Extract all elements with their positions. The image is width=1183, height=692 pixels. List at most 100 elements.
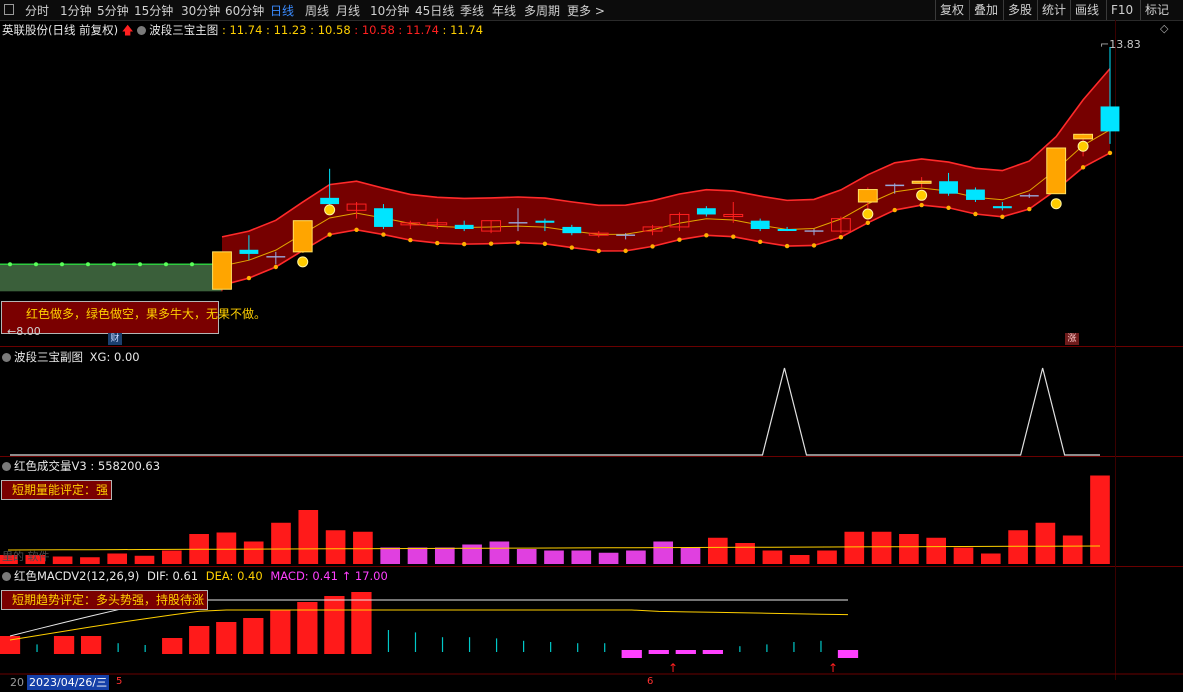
macd-bar (189, 626, 210, 654)
volume-bar (680, 547, 701, 564)
support-dot (731, 234, 736, 239)
candle-body (1046, 147, 1067, 195)
candle-body (212, 251, 232, 290)
candle-body (966, 189, 985, 200)
green-dot (8, 262, 12, 267)
support-dot (461, 241, 467, 247)
macd-value: MACD: 0.41 ↑ 17.00 (270, 569, 388, 583)
support-dot (973, 211, 978, 217)
volume-bar (707, 537, 728, 564)
panel2-name[interactable]: 波段三宝副图 (14, 350, 83, 364)
volume-bar (762, 550, 783, 564)
support-dot (704, 233, 709, 238)
panel3-title: 红色成交量V3 : 558200.63 (2, 458, 160, 474)
macd-dea-line (9, 609, 849, 641)
candle-body (777, 229, 797, 231)
volume-bar (107, 553, 128, 564)
support-dot (488, 241, 494, 246)
macd-bar (648, 650, 669, 654)
support-dot (327, 232, 332, 237)
support-dot (677, 237, 682, 242)
panel3-name[interactable]: 红色成交量V3 (14, 459, 87, 473)
volume-bar (1035, 522, 1056, 564)
volume-bar (844, 531, 865, 564)
volume-bar (80, 557, 100, 564)
volume-bar (626, 550, 646, 564)
support-dot (946, 205, 951, 210)
support-dot (273, 264, 279, 270)
candle-body (939, 181, 958, 194)
gold-fruit-icon (297, 256, 309, 268)
support-dot (381, 232, 386, 237)
support-dot (650, 244, 655, 249)
indicator-dot-icon[interactable] (2, 462, 11, 471)
volume-bar (1008, 530, 1028, 564)
candle-body (535, 220, 555, 223)
volume-bar (598, 552, 619, 564)
support-dot (1000, 214, 1005, 219)
volume-bar (817, 550, 837, 564)
volume-bar (434, 547, 455, 564)
volume-bar (953, 547, 974, 564)
candle-body (857, 189, 878, 203)
green-dot (138, 262, 142, 267)
support-dot (1080, 165, 1086, 170)
support-dot (569, 245, 575, 250)
volume-bar (735, 543, 755, 564)
volume-bar (353, 531, 373, 564)
volume-bar (489, 541, 510, 564)
volume-bar (1090, 475, 1110, 564)
volume-bar (1062, 535, 1083, 564)
volume-bar (325, 530, 346, 564)
volume-bar (161, 550, 182, 564)
green-dot (34, 262, 38, 267)
volume-bar (298, 510, 319, 564)
macd-bar (216, 622, 237, 654)
support-dot (623, 248, 628, 254)
candle-body (292, 220, 313, 253)
green-dot (190, 262, 194, 267)
limit-up-marker[interactable]: 涨 (1065, 333, 1079, 345)
green-dot (112, 262, 116, 267)
support-dot (865, 220, 871, 226)
support-dot (435, 240, 440, 246)
support-dot (542, 241, 548, 246)
panel3-values: : 558200.63 (90, 459, 161, 473)
candle-body (374, 208, 393, 227)
volume-bar (380, 547, 401, 564)
macd-bar (80, 636, 102, 654)
support-dot (784, 243, 790, 249)
axis-mark-5: 5 (116, 676, 123, 687)
panel4-name[interactable]: 红色MACDV2(12,26,9) (14, 569, 139, 583)
macd-bar (702, 650, 723, 654)
panel4-title: 红色MACDV2(12,26,9) DIF: 0.61 DEA: 0.40 MA… (2, 568, 388, 584)
support-dot (246, 275, 252, 281)
candle-body (696, 208, 716, 215)
candle-body (911, 180, 932, 184)
support-dot (408, 237, 413, 243)
low-price-label: ←8.00 (7, 325, 41, 338)
macd-bar (675, 650, 696, 654)
finance-marker[interactable]: 财 (108, 333, 122, 345)
gold-fruit-icon (916, 189, 928, 201)
volume-bar (462, 544, 482, 564)
axis-mark-6: 6 (647, 676, 654, 687)
indicator-dot-icon[interactable] (2, 572, 11, 581)
indicator-dot-icon[interactable] (2, 353, 11, 362)
bull-channel (222, 68, 1110, 286)
chart-canvas: ↑ ↑ (0, 47, 1183, 675)
gold-fruit-icon (862, 208, 874, 220)
macd-bar (270, 610, 291, 654)
macd-bar (621, 650, 642, 658)
support-dot (811, 243, 817, 248)
candle-body (320, 197, 340, 205)
xg-line (10, 367, 1100, 456)
trend-callout: 短期趋势评定：多头势强，持股待涨 (1, 590, 209, 610)
gold-fruit-icon (1077, 140, 1089, 152)
macd-bar (837, 650, 859, 658)
volume-overlay-text: 里的 软件 (2, 550, 50, 563)
volume-bar (871, 531, 892, 564)
high-price-label: ⌐13.83 (1100, 38, 1141, 51)
support-dot (919, 202, 924, 208)
strategy-callout-text: 红色做多，绿色做空，果多牛大，无果不做。 (26, 307, 267, 321)
